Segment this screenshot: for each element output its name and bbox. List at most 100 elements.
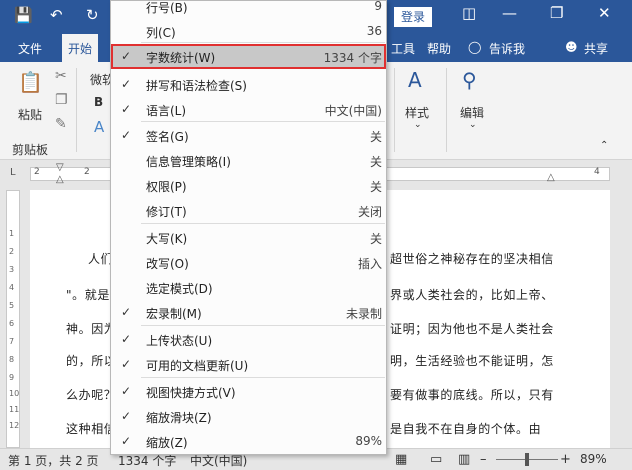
checkmark-icon: ✓: [121, 49, 132, 63]
copy-icon[interactable]: ❐: [55, 92, 68, 108]
menu-item-selection-mode[interactable]: 选定模式(D): [111, 275, 386, 300]
tab-file[interactable]: 文件: [18, 40, 42, 57]
chevron-down-icon[interactable]: ⌄: [469, 120, 477, 130]
menu-item-word-count[interactable]: ✓ 字数统计(W) 1334 个字: [111, 44, 386, 69]
menu-item-view-shortcuts[interactable]: ✓ 视图快捷方式(V): [111, 379, 386, 404]
ruler-number: 2: [9, 247, 15, 256]
menu-item-value: 未录制: [345, 307, 382, 321]
divider: [394, 68, 395, 152]
menu-item-track-changes[interactable]: 修订(T) 关闭: [111, 198, 386, 223]
styles-button[interactable]: 样式: [405, 104, 429, 121]
ruler-number: 1: [9, 229, 15, 238]
menu-item-doc-updates[interactable]: ✓ 可用的文档更新(U): [111, 352, 386, 377]
zoom-in-icon[interactable]: +: [560, 452, 571, 467]
ruler-number: 2: [34, 167, 40, 177]
menu-item-caps-lock[interactable]: 大写(K) 关: [111, 225, 386, 250]
menu-item-signature[interactable]: ✓ 签名(G) 关: [111, 123, 386, 148]
login-button[interactable]: 登录: [394, 7, 432, 27]
menu-item-value: 关闭: [357, 205, 382, 219]
menu-item-line-number[interactable]: 行号(B) 9: [111, 1, 386, 19]
checkmark-icon: ✓: [121, 409, 132, 423]
checkmark-icon: ✓: [121, 305, 132, 319]
menu-item-label: 改写(O): [146, 257, 189, 271]
cut-icon[interactable]: ✂: [55, 68, 67, 84]
undo-icon[interactable]: ↶: [50, 6, 63, 24]
search-icon[interactable]: ⚲: [462, 68, 477, 92]
editing-button[interactable]: 编辑: [460, 104, 484, 121]
ruler-number: 12: [9, 421, 20, 430]
menu-item-macro-recording[interactable]: ✓ 宏录制(M) 未录制: [111, 300, 386, 325]
menu-item-overtype[interactable]: 改写(O) 插入: [111, 250, 386, 275]
ruler-number: 4: [594, 167, 600, 177]
doc-text: 的，所以: [66, 354, 117, 368]
right-indent-marker[interactable]: △: [547, 172, 555, 183]
paste-icon[interactable]: 📋: [18, 70, 43, 94]
bold-icon[interactable]: B: [94, 95, 103, 109]
ruler-number: 9: [9, 373, 15, 382]
text-effects-icon[interactable]: A: [94, 118, 104, 136]
lightbulb-icon: ◯: [468, 40, 482, 54]
menu-item-info-policy[interactable]: 信息管理策略(I) 关: [111, 148, 386, 173]
collapse-ribbon-icon[interactable]: ⌃: [600, 140, 608, 151]
ribbon-display-icon[interactable]: ◫: [462, 4, 476, 22]
tab-selector-icon[interactable]: L: [10, 167, 16, 178]
menu-item-spelling-grammar[interactable]: ✓ 拼写和语法检查(S): [111, 72, 386, 97]
menu-item-upload-status[interactable]: ✓ 上传状态(U): [111, 327, 386, 352]
tell-me[interactable]: 告诉我: [489, 40, 525, 57]
menu-item-label: 字数统计(W): [146, 51, 216, 65]
first-line-indent-marker[interactable]: ▽: [56, 162, 64, 173]
menu-item-value: 36: [366, 24, 382, 38]
chevron-down-icon[interactable]: ⌄: [414, 120, 422, 130]
ruler-number: 8: [9, 355, 15, 364]
menu-item-zoom-slider[interactable]: ✓ 缩放滑块(Z): [111, 404, 386, 429]
menu-item-value: 中文(中国): [324, 104, 382, 118]
web-layout-icon[interactable]: ▥: [458, 452, 470, 467]
menu-item-label: 选定模式(D): [146, 282, 213, 296]
ruler-number: 5: [9, 301, 15, 310]
print-layout-icon[interactable]: ▭: [430, 452, 442, 467]
ruler-number: 4: [9, 283, 15, 292]
menu-item-zoom[interactable]: ✓ 缩放(Z) 89%: [111, 429, 386, 454]
page-info[interactable]: 第 1 页，共 2 页: [8, 452, 99, 469]
save-icon[interactable]: 💾: [14, 6, 33, 24]
ruler-number: 2: [84, 167, 90, 177]
menu-item-label: 拼写和语法检查(S): [146, 79, 247, 93]
zoom-out-icon[interactable]: –: [480, 452, 487, 467]
redo-icon[interactable]: ↻: [86, 6, 99, 24]
menu-item-label: 语言(L): [146, 104, 187, 118]
read-mode-icon[interactable]: ▦: [395, 452, 407, 467]
menu-item-value: 关: [369, 155, 382, 169]
menu-item-value: 插入: [357, 257, 382, 271]
clipboard-group-label: 剪贴板: [12, 143, 49, 157]
menu-item-permissions[interactable]: 权限(P) 关: [111, 173, 386, 198]
zoom-slider-thumb[interactable]: [525, 453, 529, 466]
share-button[interactable]: 共享: [584, 40, 608, 57]
vertical-ruler[interactable]: 1 2 3 4 5 6 7 8 9 10 11 12: [6, 190, 20, 448]
paste-button[interactable]: 粘贴: [18, 106, 42, 123]
menu-item-language[interactable]: ✓ 语言(L) 中文(中国): [111, 97, 386, 122]
menu-item-label: 修订(T): [146, 205, 187, 219]
left-indent-marker[interactable]: △: [56, 174, 64, 185]
checkmark-icon: ✓: [121, 77, 132, 91]
doc-text: 么办呢？: [66, 388, 117, 402]
doc-text: 是自我不在自身的个体。由: [390, 422, 542, 436]
menu-divider: [141, 121, 385, 122]
menu-divider: [141, 223, 385, 224]
tab-tools[interactable]: 工具: [391, 40, 415, 57]
menu-item-label: 缩放(Z): [146, 436, 188, 450]
restore-icon[interactable]: ❐: [550, 4, 563, 22]
checkmark-icon: ✓: [121, 434, 132, 448]
menu-item-value: 关: [369, 180, 382, 194]
menu-item-value: 1334 个字: [323, 51, 382, 65]
menu-item-column[interactable]: 列(C) 36: [111, 19, 386, 44]
format-painter-icon[interactable]: ✎: [55, 116, 67, 132]
tab-help[interactable]: 帮助: [427, 40, 451, 57]
close-icon[interactable]: ✕: [598, 4, 611, 22]
styles-icon[interactable]: A: [408, 68, 422, 92]
zoom-level[interactable]: 89%: [580, 452, 607, 466]
tab-home[interactable]: 开始: [62, 34, 99, 62]
doc-text: 证明；因为他也不是人类社会: [390, 322, 554, 336]
ruler-number: 6: [9, 319, 15, 328]
doc-text: 神。因为: [66, 322, 117, 336]
minimize-icon[interactable]: —: [502, 4, 517, 22]
